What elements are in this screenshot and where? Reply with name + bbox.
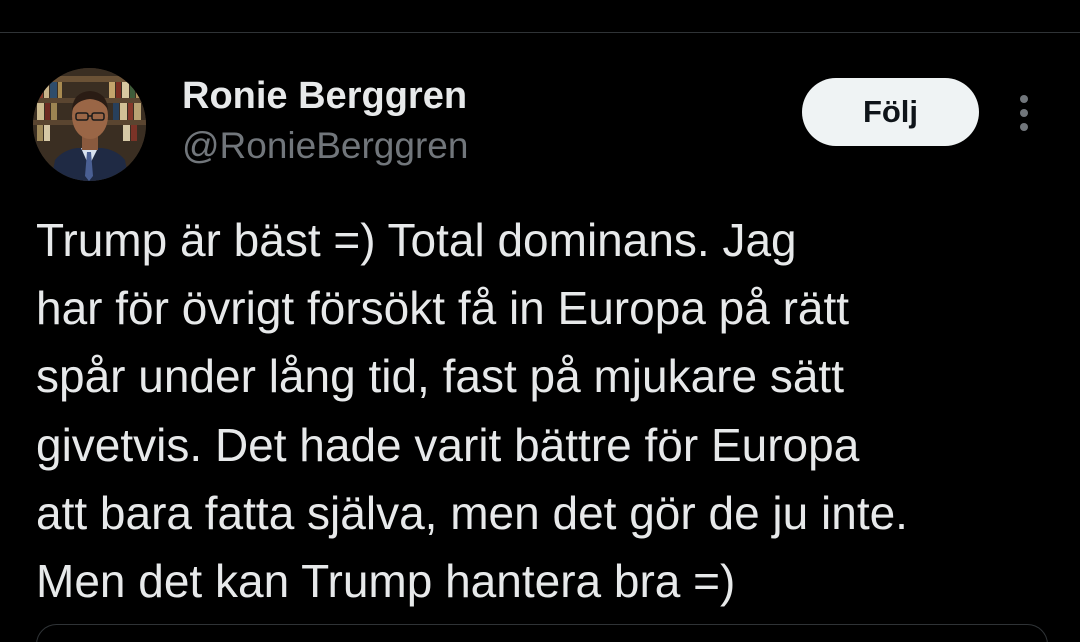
more-options-button[interactable] [1006,90,1042,134]
quoted-card-edge [36,624,1048,642]
avatar[interactable] [33,68,146,181]
display-name[interactable]: Ronie Berggren [182,74,467,118]
follow-button[interactable]: Följ [802,78,979,146]
top-divider [0,32,1080,33]
tweet-text: Trump är bäst =) Total dominans. Jag har… [36,214,908,608]
user-handle[interactable]: @RonieBerggren [182,124,468,168]
more-vertical-icon [1020,95,1028,131]
avatar-image [33,68,146,181]
tweet-view: Ronie Berggren @RonieBerggren Följ Trump… [0,0,1080,642]
